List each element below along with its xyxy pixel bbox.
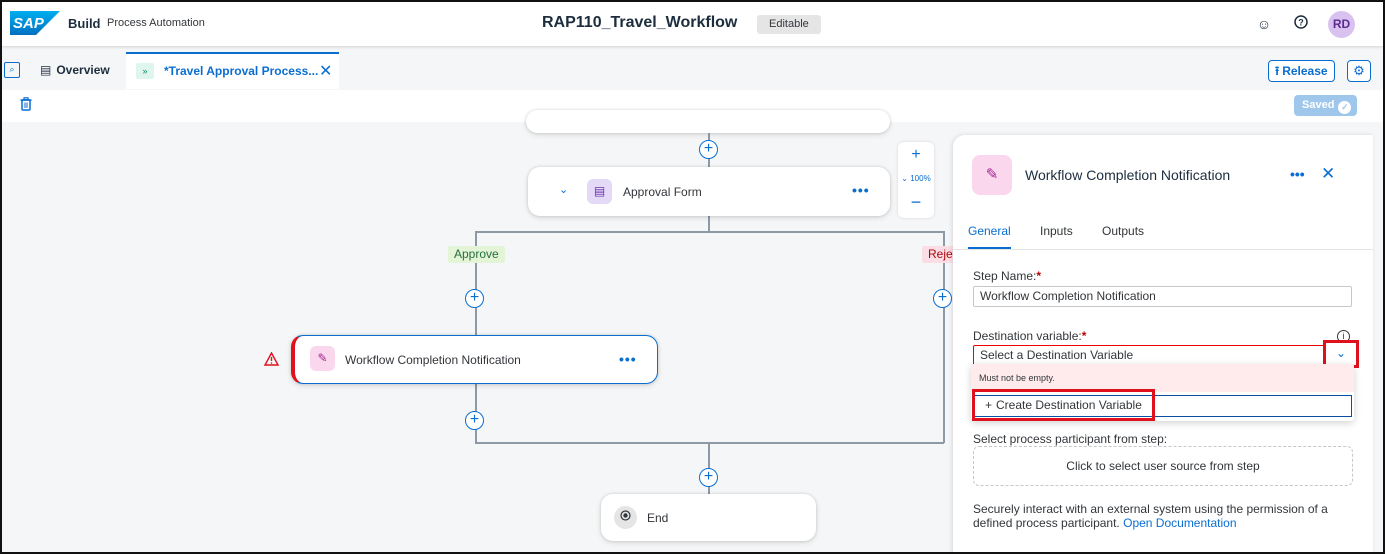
add-step-button[interactable]: + [465,289,484,308]
overview-icon: ▤ [40,63,52,77]
tab-inputs[interactable]: Inputs [1040,224,1073,238]
sap-logo[interactable]: SAP [10,11,60,35]
editable-badge: Editable [757,15,821,34]
branch-merge-line [475,442,944,444]
chevron-down-icon: ⌄ [901,174,911,183]
tab-outputs[interactable]: Outputs [1102,224,1144,238]
joule-icon[interactable]: ☺ [1254,14,1274,34]
page-title: RAP110_Travel_Workflow [542,14,738,31]
help-icon[interactable]: ? [1291,14,1311,34]
tab-active-label: *Travel Approval Process... [164,64,319,78]
shell-bar: SAP Build Process Automation RAP110_Trav… [2,2,1383,46]
step-name-field[interactable]: Workflow Completion Notification [973,286,1352,307]
upload-icon: ⭱ [1275,64,1280,78]
end-node[interactable]: End [601,494,816,541]
checkmark-icon: ✓ [1338,101,1352,114]
delete-icon[interactable] [20,97,32,114]
tab-overview[interactable]: ▤ Overview [40,63,110,77]
close-icon[interactable]: ✕ [1321,164,1335,184]
release-button[interactable]: ⭱ Release [1268,60,1335,82]
chevron-down-icon: ⌄ [1335,346,1347,360]
workflow-completion-notification-node[interactable]: ✎ Workflow Completion Notification ••• [291,335,658,384]
more-options-icon[interactable]: ••• [619,351,637,367]
more-options-icon[interactable]: ••• [1290,166,1305,182]
select-user-source-dropzone[interactable]: Click to select user source from step [973,446,1353,486]
add-step-button[interactable]: + [465,411,484,430]
permission-note: Securely interact with an external syste… [973,502,1328,530]
add-step-button[interactable]: + [933,289,952,308]
tab-overview-label: Overview [56,63,110,77]
stop-icon [614,506,637,529]
zoom-in-button[interactable]: + [898,146,934,164]
svg-text:?: ? [1298,18,1304,28]
branch-top-line [475,231,944,233]
more-options-icon[interactable]: ••• [852,182,870,198]
notification-node-label: Workflow Completion Notification [345,353,521,367]
step-name-label: Step Name:* [973,269,1042,283]
warning-icon [263,351,280,369]
panel-title: Workflow Completion Notification [1025,167,1231,183]
release-button-label: Release [1282,64,1328,78]
open-documentation-link[interactable]: Open Documentation [1123,516,1236,530]
zoom-out-button[interactable]: − [898,192,934,213]
add-step-button[interactable]: + [699,468,718,487]
gear-icon: ⚙ [1353,63,1365,78]
approval-form-label: Approval Form [623,185,702,199]
zoom-control: + ⌄ 100% − [898,142,934,218]
previous-step-node[interactable] [526,110,890,133]
avatar[interactable]: RD [1328,11,1355,38]
process-icon: » [136,63,154,79]
product-subtitle: Process Automation [107,17,205,29]
chevron-down-icon[interactable]: ⌄ [559,183,568,196]
add-step-button[interactable]: + [699,140,718,159]
destination-variable-select[interactable]: Select a Destination Variable [973,345,1352,366]
highlight-box [972,389,1155,421]
notification-icon: ✎ [972,155,1012,195]
reject-branch-label[interactable]: Reje [922,246,955,263]
saved-button[interactable]: Saved ✓ [1294,95,1358,116]
tab-bar: ⌕ ▤ Overview » *Travel Approval Process..… [2,50,1383,89]
end-node-label: End [647,511,669,525]
notification-icon: ✎ [310,346,335,371]
error-message: Must not be empty. [971,364,1354,392]
svg-text:SAP: SAP [13,15,45,32]
zoom-level[interactable]: ⌄ 100% [898,174,934,183]
tab-travel-approval-process[interactable]: » *Travel Approval Process... ✕ [126,52,339,89]
connector-line [708,215,710,231]
participant-label: Select process participant from step: [973,432,1168,446]
properties-panel: ✎ Workflow Completion Notification ••• ✕… [953,135,1373,552]
search-icon[interactable]: ⌕ [4,62,20,78]
saved-button-label: Saved [1302,99,1335,111]
settings-button[interactable]: ⚙ [1347,60,1371,82]
tab-divider [953,249,1373,250]
approve-branch-label[interactable]: Approve [448,246,505,263]
approval-form-node[interactable]: ⌄ ▤ Approval Form ••• [528,167,890,216]
app-frame: SAP Build Process Automation RAP110_Trav… [0,0,1385,554]
destination-variable-label: Destination variable:* [973,329,1087,343]
close-tab-icon[interactable]: ✕ [319,61,332,81]
product-name: Build [68,16,101,31]
process-canvas[interactable]: + + + + + ⌄ ▤ Approval Form ••• Approve … [2,110,955,552]
tab-general[interactable]: General [968,224,1011,238]
form-icon: ▤ [587,179,612,204]
